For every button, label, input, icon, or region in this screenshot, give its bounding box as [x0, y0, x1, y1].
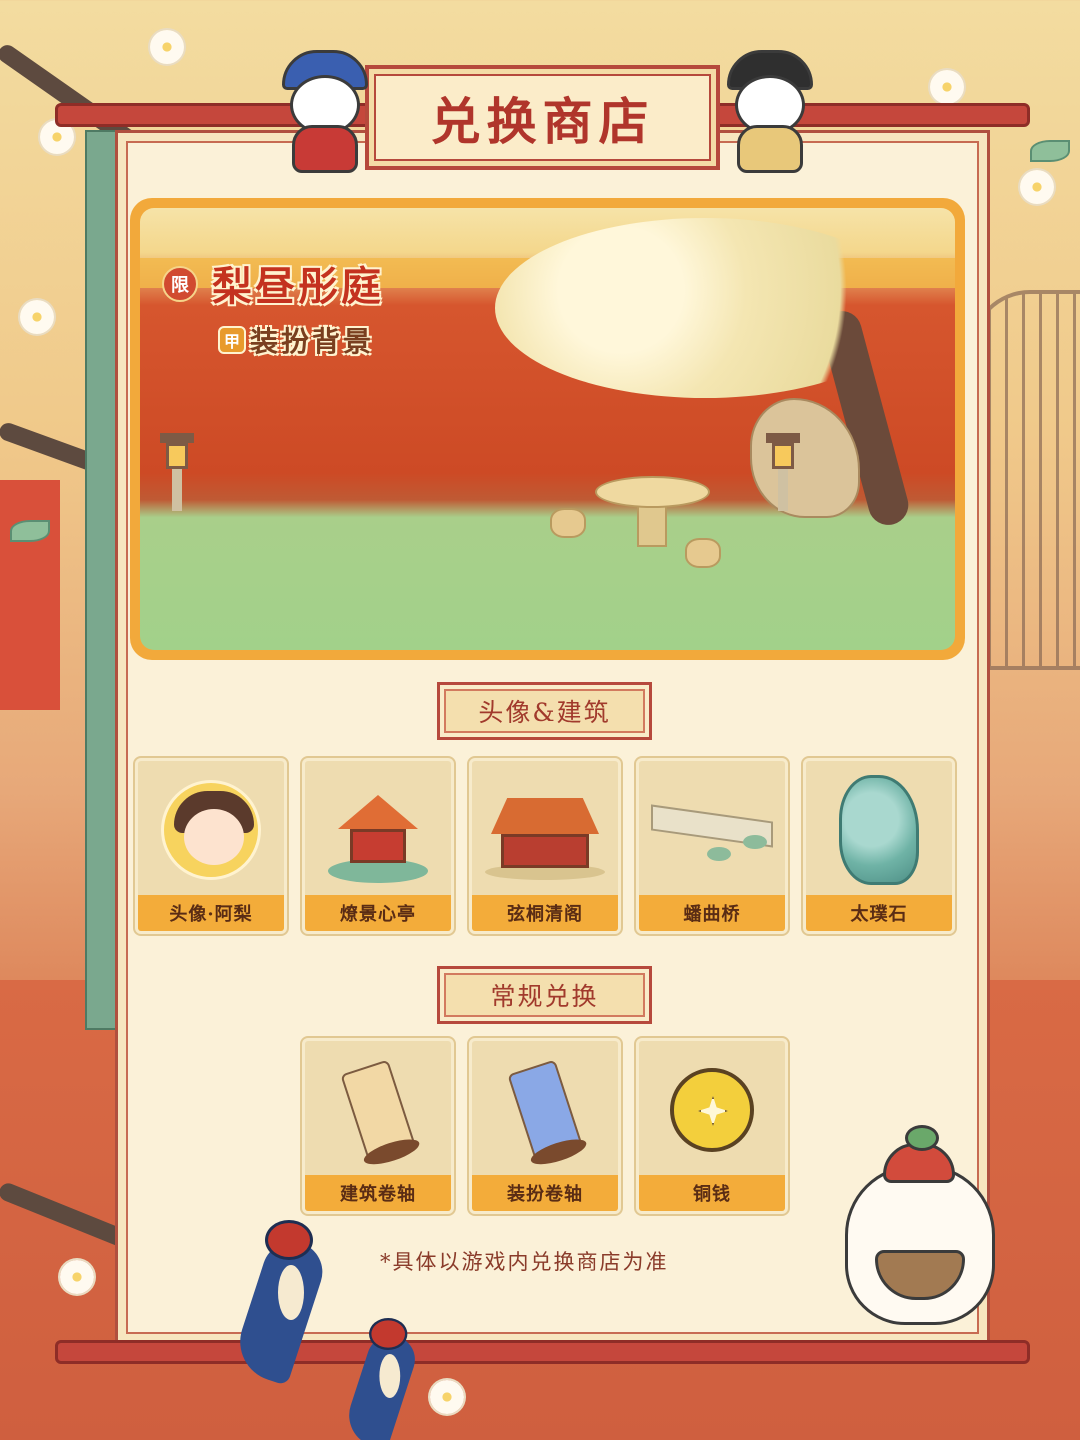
disclaimer-text: *具体以游戏内兑换商店为准 [380, 1250, 669, 1274]
shop-item-label: 太璞石 [806, 895, 952, 931]
shop-item-card[interactable]: 建筑卷轴 [302, 1038, 454, 1214]
bridge-icon [647, 785, 777, 875]
pear-blossom-tree [495, 218, 915, 398]
door-god-mascot-right [715, 45, 825, 175]
rock-icon [839, 775, 919, 885]
shop-item-card[interactable]: 头像·阿梨 [135, 758, 287, 934]
stone-lantern [766, 433, 800, 513]
shop-item-label: 建筑卷轴 [305, 1175, 451, 1211]
shop-item-card[interactable]: 太璞石 [803, 758, 955, 934]
stone-lantern [160, 433, 194, 513]
scroll-rod-bottom [55, 1340, 1030, 1364]
shop-item-label: 铜钱 [639, 1175, 785, 1211]
page-title: 兑换商店 [430, 91, 655, 151]
shop-item-card[interactable]: 弦桐清阁 [469, 758, 621, 934]
featured-background-banner[interactable]: 限 梨昼彤庭 甲 装扮背景 [130, 198, 965, 660]
swallow-bird-decoration [229, 1210, 340, 1410]
stone-table [595, 476, 710, 508]
shop-item-label: 燎景心亭 [305, 895, 451, 931]
courtyard-scene-image: 限 梨昼彤庭 甲 装扮背景 [140, 208, 955, 650]
blossom-decoration [60, 1260, 94, 1294]
banner-item-category: 装扮背景 [250, 325, 375, 358]
shop-item-label: 弦桐清阁 [472, 895, 618, 931]
shop-item-card[interactable]: 蟠曲桥 [636, 758, 788, 934]
shop-item-card[interactable]: 铜钱 [636, 1038, 788, 1214]
stone-stool [550, 508, 586, 538]
blossom-decoration [150, 30, 184, 64]
limited-badge: 限 [162, 266, 198, 302]
grade-badge: 甲 [218, 326, 246, 354]
blossom-decoration [930, 70, 964, 104]
shop-item-card[interactable]: 装扮卷轴 [469, 1038, 621, 1214]
section-header-regular-exchange: 常规兑换 [437, 966, 652, 1024]
shop-item-label: 装扮卷轴 [472, 1175, 618, 1211]
blossom-decoration [1020, 170, 1054, 204]
leaf-decoration [1030, 140, 1070, 162]
background-wall [0, 480, 60, 710]
blossom-decoration [20, 300, 54, 334]
noodle-eating-mascot [835, 1125, 1010, 1325]
section-header-avatar-building: 头像&建筑 [437, 682, 652, 740]
copper-coin-icon [670, 1068, 754, 1152]
avatar-portrait-icon [161, 780, 261, 880]
shop-item-card[interactable]: 燎景心亭 [302, 758, 454, 934]
leaf-decoration [10, 520, 50, 542]
title-plaque: 兑换商店 [365, 65, 720, 170]
stone-table-leg [637, 502, 667, 547]
pavilion-icon [328, 775, 428, 885]
building-scroll-icon [328, 1047, 429, 1173]
door-god-mascot-left [270, 45, 380, 175]
swallow-bird-decoration [340, 1310, 429, 1440]
shop-item-label: 蟠曲桥 [639, 895, 785, 931]
banner-item-name: 梨昼彤庭 [212, 263, 384, 310]
shop-item-label: 头像·阿梨 [138, 895, 284, 931]
blossom-decoration [430, 1380, 464, 1414]
stone-stool [685, 538, 721, 568]
pavilion-hall-icon [485, 780, 605, 880]
dress-scroll-icon [495, 1047, 596, 1173]
